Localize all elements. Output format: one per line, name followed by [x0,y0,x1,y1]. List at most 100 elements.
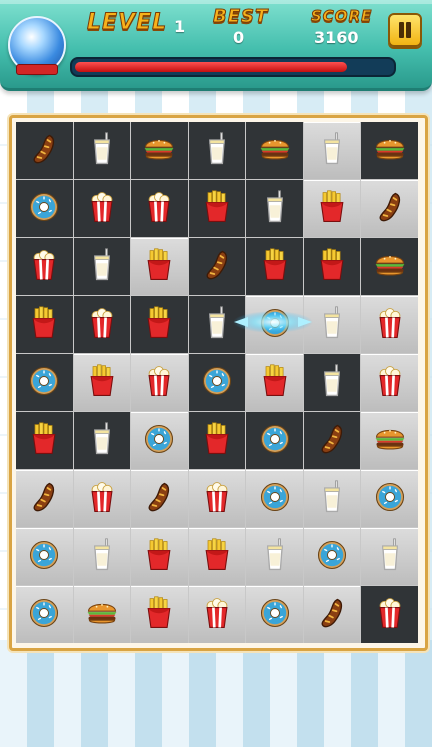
tile-cell[interactable] [73,412,131,469]
popcorn-icon [372,363,408,403]
tile-cell[interactable] [188,354,246,411]
tile-cell[interactable] [73,586,131,643]
burger-icon [257,131,293,171]
tile-cell[interactable] [73,528,131,585]
burger-icon [84,595,120,635]
tile-cell[interactable] [131,296,188,353]
sausage-icon [199,247,235,287]
tile-cell[interactable] [361,586,418,643]
tile-cell[interactable] [131,470,188,527]
tile-cell[interactable] [131,122,188,179]
donut-icon [26,363,62,403]
tile-cell[interactable] [131,238,188,295]
tile-cell[interactable] [303,528,361,585]
tile-cell[interactable] [73,180,131,237]
donut-icon [199,363,235,403]
tile-cell[interactable] [16,412,73,469]
donut-icon [26,537,62,577]
tile-cell[interactable] [16,180,73,237]
tile-cell[interactable] [16,528,73,585]
donut-icon [26,595,62,635]
tile-cell[interactable] [188,586,246,643]
tile-cell[interactable] [131,412,188,469]
tile-cell[interactable] [188,180,246,237]
fries-icon [141,247,177,287]
milk-icon [84,421,120,461]
tile-cell[interactable] [16,122,73,179]
milk-icon [84,247,120,287]
tile-cell[interactable] [16,470,73,527]
tile-cell[interactable] [303,586,361,643]
milk-icon [372,537,408,577]
tile-cell[interactable] [131,354,188,411]
tile-cell[interactable] [73,238,131,295]
tile-cell[interactable] [188,122,246,179]
tile-cell[interactable] [131,528,188,585]
pause-button[interactable] [388,13,422,47]
tile-cell[interactable] [361,412,418,469]
popcorn-icon [372,595,408,635]
pause-icon [399,22,404,38]
tile-cell[interactable] [131,180,188,237]
level-label: LEVEL [86,10,168,36]
tile-cell[interactable] [246,238,303,295]
tile-cell[interactable] [188,470,246,527]
fries-icon [314,247,350,287]
tile-cell[interactable] [303,122,361,179]
tile-cell[interactable] [246,296,303,353]
milk-icon [199,305,235,345]
popcorn-icon [84,479,120,519]
tile-cell[interactable] [246,470,303,527]
tile-cell[interactable] [361,122,418,179]
orb-base [16,64,58,75]
burger-icon [372,131,408,171]
tile-cell[interactable] [73,470,131,527]
milk-icon [314,305,350,345]
tile-cell[interactable] [188,528,246,585]
tile-cell[interactable] [303,238,361,295]
milk-icon [257,537,293,577]
tile-cell[interactable] [361,528,418,585]
tile-cell[interactable] [361,296,418,353]
tile-cell[interactable] [188,238,246,295]
tile-cell[interactable] [246,528,303,585]
tile-cell[interactable] [361,238,418,295]
popcorn-icon [141,363,177,403]
tile-cell[interactable] [303,470,361,527]
tile-cell[interactable] [246,586,303,643]
tile-cell[interactable] [246,122,303,179]
sausage-icon [314,595,350,635]
milk-icon [314,131,350,171]
tile-cell[interactable] [73,122,131,179]
tile-cell[interactable] [188,296,246,353]
tile-cell[interactable] [246,354,303,411]
tile-cell[interactable] [188,412,246,469]
pause-icon-bar [406,22,411,38]
tile-cell[interactable] [303,296,361,353]
best-value: 0 [233,28,245,47]
tile-cell[interactable] [303,180,361,237]
milk-icon [314,363,350,403]
tile-cell[interactable] [361,354,418,411]
tile-cell[interactable] [16,354,73,411]
donut-icon [314,537,350,577]
tile-cell[interactable] [73,296,131,353]
tile-cell[interactable] [131,586,188,643]
tile-cell[interactable] [303,412,361,469]
burger-icon [372,421,408,461]
tile-cell[interactable] [16,586,73,643]
popcorn-icon [199,479,235,519]
popcorn-icon [84,305,120,345]
tile-cell[interactable] [361,470,418,527]
tile-cell[interactable] [246,180,303,237]
donut-icon [257,305,293,345]
tile-cell[interactable] [246,412,303,469]
fries-icon [141,595,177,635]
tile-cell[interactable] [303,354,361,411]
popcorn-icon [84,189,120,229]
tile-cell[interactable] [361,180,418,237]
tile-cell[interactable] [73,354,131,411]
tile-cell[interactable] [16,296,73,353]
tile-cell[interactable] [16,238,73,295]
sausage-icon [372,189,408,229]
